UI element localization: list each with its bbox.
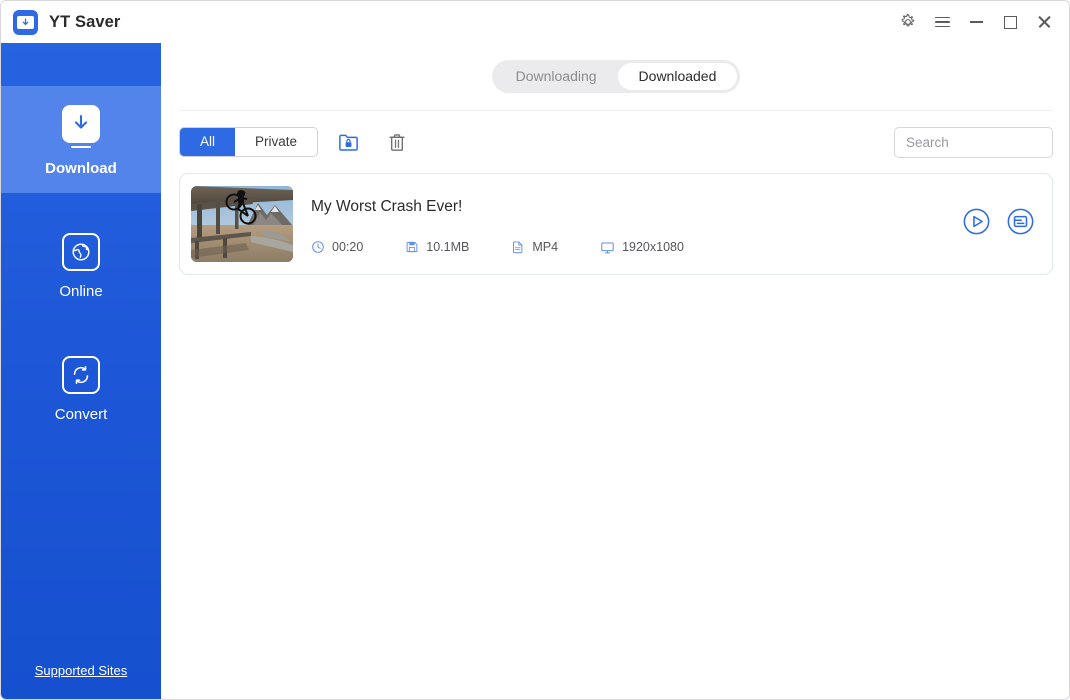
downloads-list: My Worst Crash Ever! 00:20 10.1MB MP4 19… [179, 173, 1053, 275]
file-document-icon [511, 240, 525, 254]
download-item-meta: 00:20 10.1MB MP4 1920x1080 [311, 240, 935, 255]
supported-sites-link-wrap: Supported Sites [1, 662, 161, 680]
title-bar: YT Saver [1, 1, 1069, 43]
menu-button[interactable] [925, 6, 959, 38]
delete-button[interactable] [383, 128, 411, 156]
download-state-tabs: Downloading Downloaded [491, 60, 741, 93]
meta-size-value: 10.1MB [426, 240, 470, 254]
toolbar: All Private [179, 111, 1053, 173]
convert-refresh-icon [62, 356, 100, 394]
close-button[interactable] [1027, 6, 1061, 38]
download-item-info: My Worst Crash Ever! 00:20 10.1MB MP4 19… [311, 186, 935, 262]
save-disk-icon [405, 240, 419, 254]
meta-duration: 00:20 [311, 240, 363, 254]
meta-size: 10.1MB [405, 240, 469, 254]
play-button[interactable] [961, 206, 991, 236]
sidebar-item-download[interactable]: Download [1, 86, 161, 193]
gear-icon [901, 14, 915, 27]
app-logo-icon [13, 9, 38, 35]
meta-format: MP4 [511, 240, 558, 254]
tab-downloaded[interactable]: Downloaded [617, 63, 738, 90]
folder-circle-icon [1007, 208, 1033, 234]
folder-lock-icon [338, 134, 358, 151]
clock-icon [311, 240, 325, 254]
app-window: YT Saver Download Online Convert Support… [0, 0, 1070, 700]
minimize-button[interactable] [959, 6, 993, 38]
hamburger-menu-icon [934, 13, 950, 30]
download-item-card[interactable]: My Worst Crash Ever! 00:20 10.1MB MP4 19… [179, 173, 1053, 275]
play-circle-icon [963, 208, 989, 234]
main-content: Downloading Downloaded All Private Searc… [161, 43, 1069, 699]
meta-resolution: 1920x1080 [600, 240, 684, 255]
visibility-filter: All Private [179, 127, 319, 157]
search-input-wrap [894, 126, 1053, 158]
filter-private[interactable]: Private [235, 128, 318, 156]
globe-icon [62, 233, 100, 271]
sidebar-item-label-online: Online [59, 283, 103, 300]
tab-bar: Downloading Downloaded [161, 43, 1069, 93]
meta-resolution-value: 1920x1080 [622, 240, 684, 254]
minimize-icon [969, 21, 983, 23]
video-thumbnail [191, 186, 293, 262]
monitor-icon [600, 240, 615, 255]
open-folder-button[interactable] [1005, 206, 1035, 236]
settings-button[interactable] [891, 6, 925, 38]
tab-downloading[interactable]: Downloading [495, 63, 618, 90]
sidebar-item-online[interactable]: Online [1, 214, 161, 316]
sidebar: Download Online Convert Supported Sites [1, 43, 161, 699]
sidebar-item-convert[interactable]: Convert [1, 337, 161, 439]
app-title: YT Saver [49, 12, 121, 31]
window-controls [891, 1, 1061, 43]
download-item-title: My Worst Crash Ever! [311, 197, 463, 215]
maximize-icon [1003, 15, 1017, 29]
maximize-button[interactable] [993, 6, 1027, 38]
search-input[interactable] [895, 127, 1052, 157]
private-folder-button[interactable] [334, 128, 362, 156]
download-baseline-icon [71, 146, 91, 148]
download-item-actions [947, 206, 1041, 236]
sidebar-item-label-convert: Convert [54, 406, 108, 423]
filter-all[interactable]: All [180, 128, 236, 156]
supported-sites-link[interactable]: Supported Sites [35, 663, 128, 678]
meta-format-value: MP4 [532, 240, 559, 254]
download-arrow-icon [62, 105, 100, 143]
meta-duration-value: 00:20 [332, 240, 364, 254]
sidebar-item-label-download: Download [45, 160, 117, 177]
trash-icon [389, 133, 405, 151]
close-icon [1037, 15, 1051, 29]
